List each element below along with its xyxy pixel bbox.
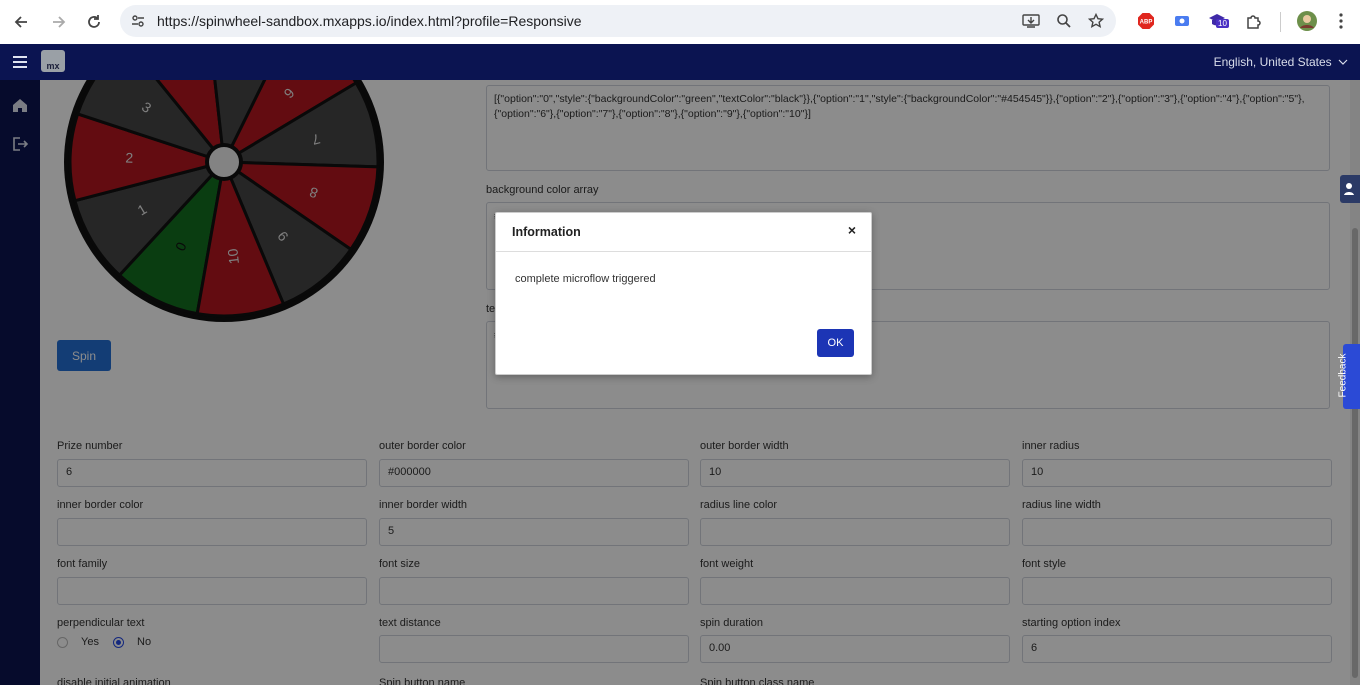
screen-recorder-extension-icon[interactable] — [1171, 10, 1193, 32]
modal-overlay — [0, 80, 1360, 685]
extensions-puzzle-icon[interactable] — [1243, 10, 1265, 32]
graduation-cap-extension-icon[interactable]: 10 — [1207, 10, 1229, 32]
address-bar[interactable]: https://spinwheel-sandbox.mxapps.io/inde… — [120, 5, 1116, 37]
dialog-title: Information — [512, 225, 581, 239]
site-settings-icon[interactable] — [128, 11, 148, 31]
user-icon — [1344, 183, 1354, 195]
profile-avatar-icon[interactable] — [1296, 10, 1318, 32]
close-icon[interactable]: × — [848, 222, 856, 238]
dialog-divider — [496, 251, 871, 252]
ok-button[interactable]: OK — [817, 329, 854, 357]
extension-badge: 10 — [1216, 19, 1229, 28]
hamburger-menu-icon[interactable] — [10, 53, 30, 71]
forward-icon[interactable] — [46, 9, 72, 35]
information-dialog: Information × complete microflow trigger… — [495, 212, 872, 375]
language-label: English, United States — [1213, 55, 1332, 69]
dialog-message: complete microflow triggered — [515, 273, 656, 285]
bookmark-star-icon[interactable] — [1086, 11, 1106, 31]
adblock-extension-icon[interactable]: ABP — [1135, 10, 1157, 32]
url-text[interactable]: https://spinwheel-sandbox.mxapps.io/inde… — [157, 13, 582, 29]
adblock-label: ABP — [1140, 20, 1153, 26]
app-logo: mx — [41, 50, 65, 72]
browser-menu-icon[interactable] — [1330, 10, 1352, 32]
reload-icon[interactable] — [81, 9, 107, 35]
feedback-tab[interactable]: Feedback — [1337, 344, 1360, 409]
user-side-tab[interactable] — [1340, 175, 1360, 203]
back-icon[interactable] — [8, 9, 34, 35]
feedback-label: Feedback — [1337, 353, 1349, 398]
install-app-icon[interactable] — [1021, 11, 1041, 31]
app-topbar: mx English, United States — [0, 44, 1360, 80]
chevron-down-icon — [1338, 59, 1348, 65]
browser-toolbar: https://spinwheel-sandbox.mxapps.io/inde… — [0, 0, 1360, 45]
language-selector[interactable]: English, United States — [1214, 55, 1348, 69]
zoom-icon[interactable] — [1054, 11, 1074, 31]
toolbar-divider — [1280, 12, 1281, 32]
